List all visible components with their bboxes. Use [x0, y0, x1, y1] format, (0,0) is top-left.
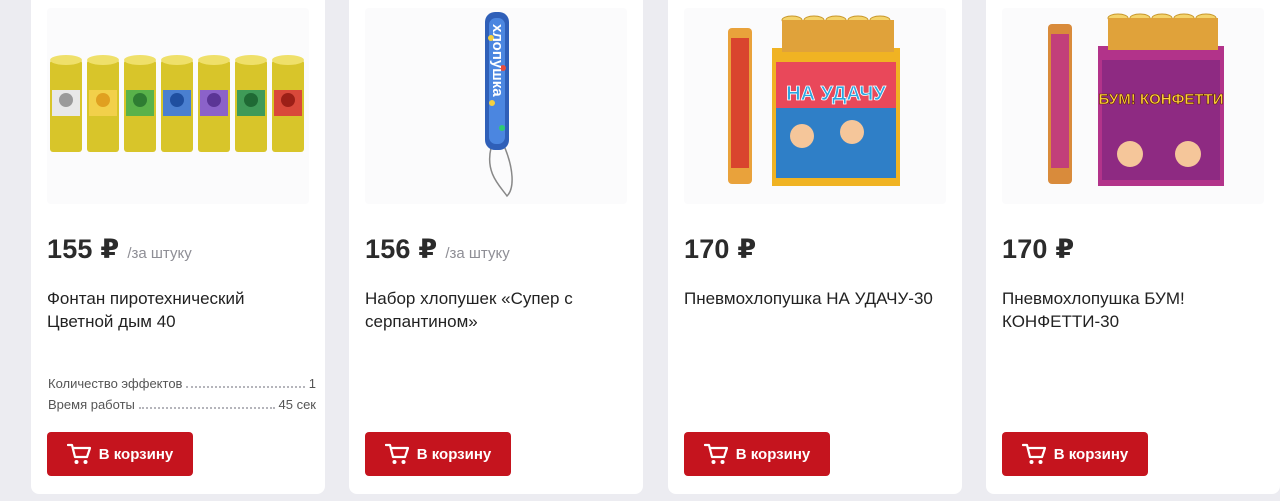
- price: 156 ₽: [365, 234, 438, 264]
- product-title[interactable]: Пневмохлопушка БУМ! КОНФЕТТИ-30: [1002, 287, 1264, 333]
- cart-icon: [1021, 443, 1046, 464]
- spec-label: Количество эффектов: [48, 376, 183, 391]
- price: 170 ₽: [684, 234, 757, 264]
- add-to-cart-button[interactable]: В корзину: [47, 432, 193, 476]
- add-to-cart-label: В корзину: [1053, 445, 1129, 463]
- product-image[interactable]: [47, 8, 309, 204]
- add-to-cart-button[interactable]: В корзину: [1002, 432, 1148, 476]
- box-label-text: НА УДАЧУ: [786, 83, 886, 105]
- product-card[interactable]: БУМ! КОНФЕТТИ 170 ₽ Пневмохлопушка БУМ! …: [986, 0, 1280, 494]
- product-specs: Количество эффектов 1 Время работы 45 се…: [48, 376, 316, 418]
- party-popper-image: хлопушка: [485, 12, 513, 198]
- add-to-cart-button[interactable]: В корзину: [365, 432, 511, 476]
- confetti-box-image: БУМ! КОНФЕТТИ: [1048, 13, 1224, 186]
- add-to-cart-button[interactable]: В корзину: [684, 432, 830, 476]
- add-to-cart-label: В корзину: [98, 445, 174, 463]
- price-row: 170 ₽: [684, 234, 756, 265]
- price: 170 ₽: [1002, 234, 1075, 264]
- spec-row: Время работы 45 сек: [48, 397, 316, 418]
- price-unit: /за штуку: [127, 245, 192, 262]
- price-row: 156 ₽ /за штуку: [365, 234, 510, 265]
- spec-dots: [186, 386, 305, 388]
- product-card[interactable]: 155 ₽ /за штуку Фонтан пиротехнический Цв…: [31, 0, 325, 494]
- cart-icon: [66, 443, 91, 464]
- add-to-cart-label: В корзину: [416, 445, 492, 463]
- price: 155 ₽: [47, 234, 120, 264]
- price-unit: /за штуку: [445, 245, 510, 262]
- spec-value: 1: [308, 376, 316, 391]
- product-card[interactable]: НА УДАЧУ 170 ₽ Пневмохлопушка НА УДАЧУ-3…: [668, 0, 962, 494]
- product-image[interactable]: хлопушка: [365, 8, 627, 204]
- product-title[interactable]: Набор хлопушек «Супер с серпантином»: [365, 287, 627, 333]
- confetti-box-image: НА УДАЧУ: [728, 15, 900, 186]
- spec-label: Время работы: [48, 397, 135, 412]
- product-title[interactable]: Фонтан пиротехнический Цветной дым 40: [47, 287, 309, 333]
- product-title[interactable]: Пневмохлопушка НА УДАЧУ-30: [684, 287, 946, 310]
- price-row: 155 ₽ /за штуку: [47, 234, 192, 265]
- add-to-cart-label: В корзину: [735, 445, 811, 463]
- smoke-fountain-image: [50, 55, 304, 152]
- spec-row: Количество эффектов 1: [48, 376, 316, 397]
- popper-label-text: хлопушка: [489, 24, 506, 97]
- cart-icon: [384, 443, 409, 464]
- cart-icon: [703, 443, 728, 464]
- spec-dots: [138, 407, 275, 409]
- product-image[interactable]: НА УДАЧУ: [684, 8, 946, 204]
- price-row: 170 ₽: [1002, 234, 1074, 265]
- spec-value: 45 сек: [278, 397, 317, 412]
- product-image[interactable]: БУМ! КОНФЕТТИ: [1002, 8, 1264, 204]
- product-card[interactable]: хлопушка 156 ₽ /за штуку Набор хлопушек «…: [349, 0, 643, 494]
- box-label-text: БУМ! КОНФЕТТИ: [1099, 91, 1224, 108]
